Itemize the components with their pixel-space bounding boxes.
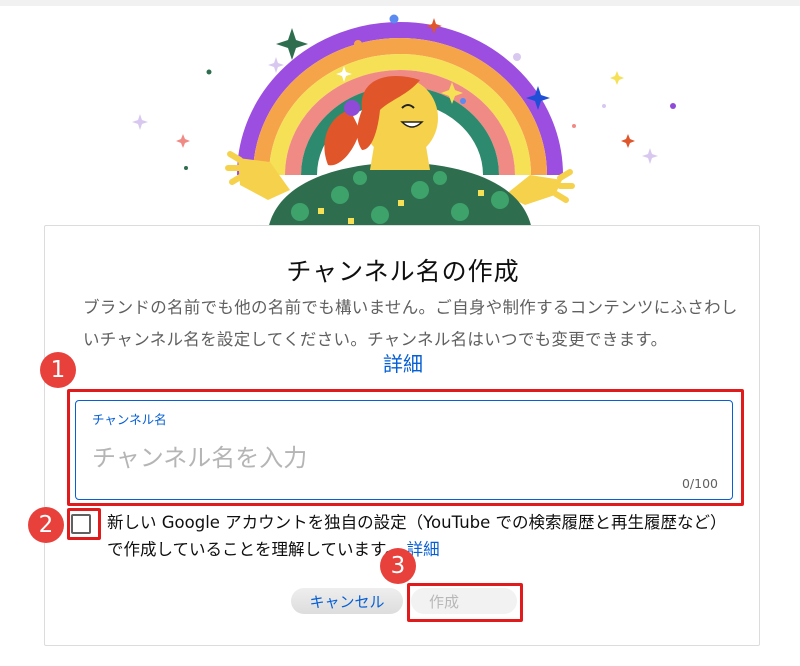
rainbow-illustration xyxy=(132,14,676,230)
dialog-description: ブランドの名前でも他の名前でも構いません。ご自身や制作するコンテンツにふさわしい… xyxy=(83,298,738,349)
step-marker-3: 3 xyxy=(380,548,416,584)
dialog-title: チャンネル名の作成 xyxy=(286,257,520,286)
step-marker-2: 2 xyxy=(28,507,64,543)
consent-text: 新しい Google アカウントを独自の設定（YouTube での検索履歴と再生… xyxy=(107,509,737,563)
cancel-button[interactable]: キャンセル xyxy=(291,588,403,614)
highlight-checkbox xyxy=(67,508,101,540)
step-marker-1: 1 xyxy=(40,352,76,388)
highlight-create-button xyxy=(407,583,523,622)
details-link[interactable]: 詳細 xyxy=(45,348,761,377)
highlight-name-field xyxy=(67,389,744,506)
